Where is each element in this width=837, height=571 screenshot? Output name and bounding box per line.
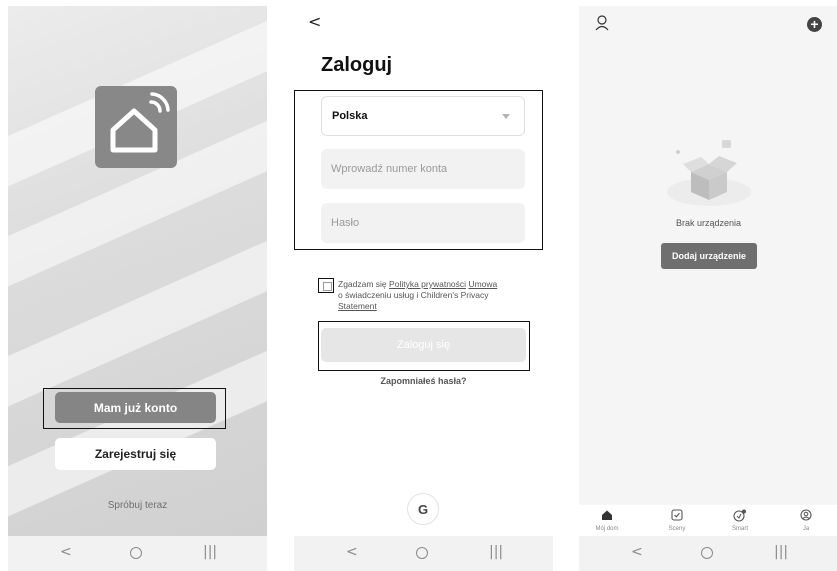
- country-select[interactable]: Polska: [321, 96, 525, 136]
- empty-box-icon: [665, 134, 753, 211]
- agree-checkbox[interactable]: [323, 282, 332, 291]
- system-recent-apps-button[interactable]: |||: [203, 544, 217, 560]
- tab-smart[interactable]: Smart: [715, 509, 765, 532]
- home-icon: [602, 510, 612, 520]
- system-recent-apps-button[interactable]: |||: [489, 544, 503, 560]
- account-number-input[interactable]: Wprowadź numer konta: [321, 149, 525, 189]
- scene-check-icon: [671, 509, 683, 521]
- tab-label: Sceny: [668, 526, 686, 532]
- login-screen: < Zaloguj Polska Wprowadź numer konta Ha…: [294, 6, 553, 571]
- welcome-screen: Mam już konto Zarejestruj się Spróbuj te…: [8, 6, 267, 571]
- user-icon[interactable]: [595, 15, 609, 36]
- tab-label: Ja: [802, 526, 810, 532]
- system-nav-bar: < |||: [8, 536, 267, 571]
- privacy-statement-link[interactable]: Statement: [338, 301, 377, 311]
- google-login-icon[interactable]: G: [407, 493, 439, 525]
- password-placeholder: Hasło: [331, 217, 360, 229]
- system-back-button[interactable]: <: [631, 544, 643, 560]
- terms-link[interactable]: Umowa: [468, 279, 497, 289]
- chevron-down-icon: [502, 114, 510, 119]
- tab-label: Mój dom: [595, 526, 619, 532]
- profile-icon: [800, 509, 812, 521]
- register-button[interactable]: Zarejestruj się: [55, 438, 216, 470]
- country-value: Polska: [332, 110, 368, 122]
- account-placeholder: Wprowadź numer konta: [331, 163, 448, 175]
- tab-my-home[interactable]: Mój dom: [582, 509, 632, 532]
- back-arrow-icon[interactable]: <: [308, 12, 321, 31]
- add-icon[interactable]: +: [807, 17, 822, 32]
- system-nav-bar: < |||: [294, 536, 553, 571]
- system-recent-apps-button[interactable]: |||: [774, 544, 788, 560]
- agreement-text: Zgadzam się Polityka prywatności Umowa o…: [338, 279, 518, 312]
- add-device-button[interactable]: Dodaj urządzenie: [661, 243, 757, 269]
- home-screen: + Brak urządzenia Dodaj urządzenie Mój d…: [579, 6, 837, 571]
- system-back-button[interactable]: <: [60, 544, 72, 560]
- no-device-label: Brak urządzenia: [675, 218, 742, 228]
- password-input[interactable]: Hasło: [321, 203, 525, 243]
- smart-home-logo-icon: [95, 86, 177, 168]
- agree-prefix: Zgadzam się: [338, 279, 387, 289]
- tab-me[interactable]: Ja: [781, 509, 831, 532]
- system-nav-bar: < |||: [579, 536, 837, 571]
- system-home-button[interactable]: [130, 547, 142, 559]
- tab-scenes[interactable]: Sceny: [652, 509, 702, 532]
- tab-label: Smart: [731, 526, 748, 532]
- smart-icon: [733, 509, 746, 522]
- agree-middle: o świadczeniu usług i Children's Privacy: [338, 290, 489, 300]
- forgot-password-link[interactable]: Zapomniałeś hasła?: [294, 376, 553, 386]
- system-home-button[interactable]: [701, 547, 713, 559]
- have-account-button[interactable]: Mam już konto: [55, 392, 216, 423]
- try-now-link[interactable]: Spróbuj teraz: [8, 500, 267, 511]
- page-title: Zaloguj: [321, 54, 393, 76]
- system-home-button[interactable]: [416, 547, 428, 559]
- system-back-button[interactable]: <: [346, 544, 358, 560]
- login-button[interactable]: Zaloguj się: [321, 328, 526, 362]
- privacy-policy-link[interactable]: Polityka prywatności: [389, 279, 466, 289]
- bottom-tab-bar: Mój dom Sceny Smart Ja: [579, 505, 837, 537]
